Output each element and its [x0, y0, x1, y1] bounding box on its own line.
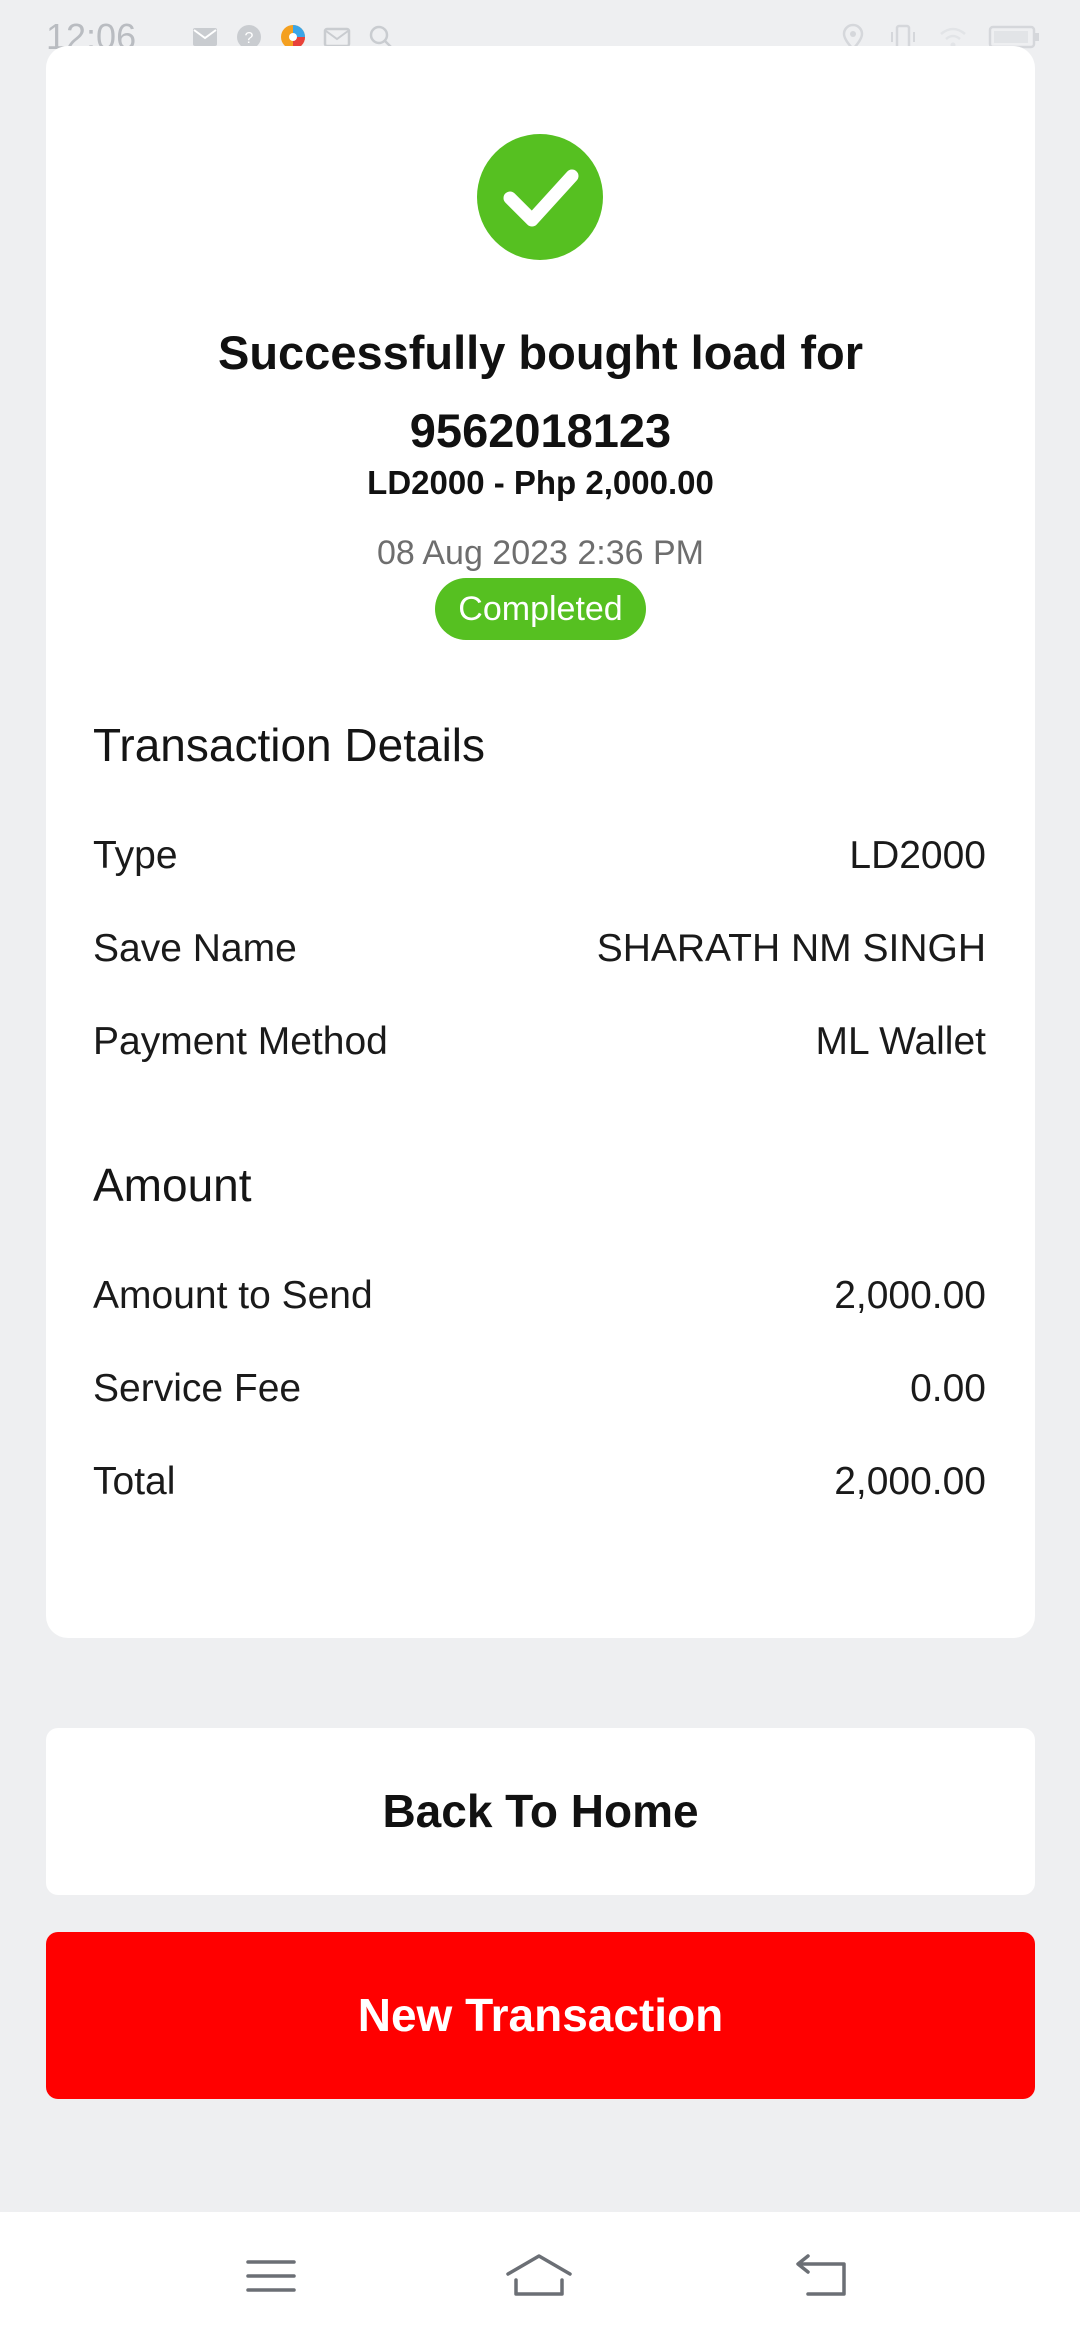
detail-label: Payment Method — [93, 1020, 388, 1063]
success-title: Successfully bought load for 9562018123 — [46, 314, 1035, 470]
back-icon[interactable] — [788, 2248, 858, 2304]
back-to-home-button[interactable]: Back To Home — [46, 1728, 1035, 1895]
amount-value: 2,000.00 — [834, 1274, 986, 1317]
load-code: LD2000 — [367, 464, 485, 501]
amount-value: 0.00 — [910, 1367, 986, 1410]
detail-row-payment-method: Payment Method ML Wallet — [93, 1020, 986, 1064]
detail-row-save-name: Save Name SHARATH NM SINGH — [93, 927, 986, 971]
detail-value: ML Wallet — [815, 1020, 986, 1063]
amount-value: 2,000.00 — [834, 1460, 986, 1503]
svg-text:?: ? — [245, 30, 254, 47]
detail-label: Type — [93, 834, 178, 877]
mobile-number: 9562018123 — [409, 404, 672, 457]
amount-label: Total — [93, 1460, 176, 1503]
success-title-line1: Successfully bought load for — [217, 326, 863, 379]
load-summary: LD2000 - Php 2,000.00 — [46, 464, 1035, 502]
transaction-details-heading: Transaction Details — [93, 719, 486, 771]
amount-row-total: Total 2,000.00 — [93, 1460, 986, 1504]
amount-label: Amount to Send — [93, 1274, 373, 1317]
transaction-date: 08 Aug 2023 2:36 PM — [376, 534, 705, 572]
amount-label: Service Fee — [93, 1367, 302, 1410]
detail-label: Save Name — [93, 927, 297, 970]
amount-heading: Amount — [93, 1159, 252, 1211]
new-transaction-button[interactable]: New Transaction — [46, 1932, 1035, 2099]
system-nav-bar — [0, 2212, 1080, 2340]
amount-row-service-fee: Service Fee 0.00 — [93, 1367, 986, 1411]
home-icon[interactable] — [504, 2248, 574, 2304]
load-amount: Php 2,000.00 — [513, 464, 714, 501]
status-badge: Completed — [435, 578, 646, 640]
check-circle-icon — [477, 134, 603, 260]
menu-icon[interactable] — [236, 2248, 306, 2304]
receipt-card: Successfully bought load for 9562018123 … — [46, 46, 1035, 1638]
detail-row-type: Type LD2000 — [93, 834, 986, 878]
detail-value: LD2000 — [849, 834, 986, 877]
amount-row-to-send: Amount to Send 2,000.00 — [93, 1274, 986, 1318]
load-separator: - — [484, 464, 514, 501]
detail-value: SHARATH NM SINGH — [596, 927, 986, 970]
